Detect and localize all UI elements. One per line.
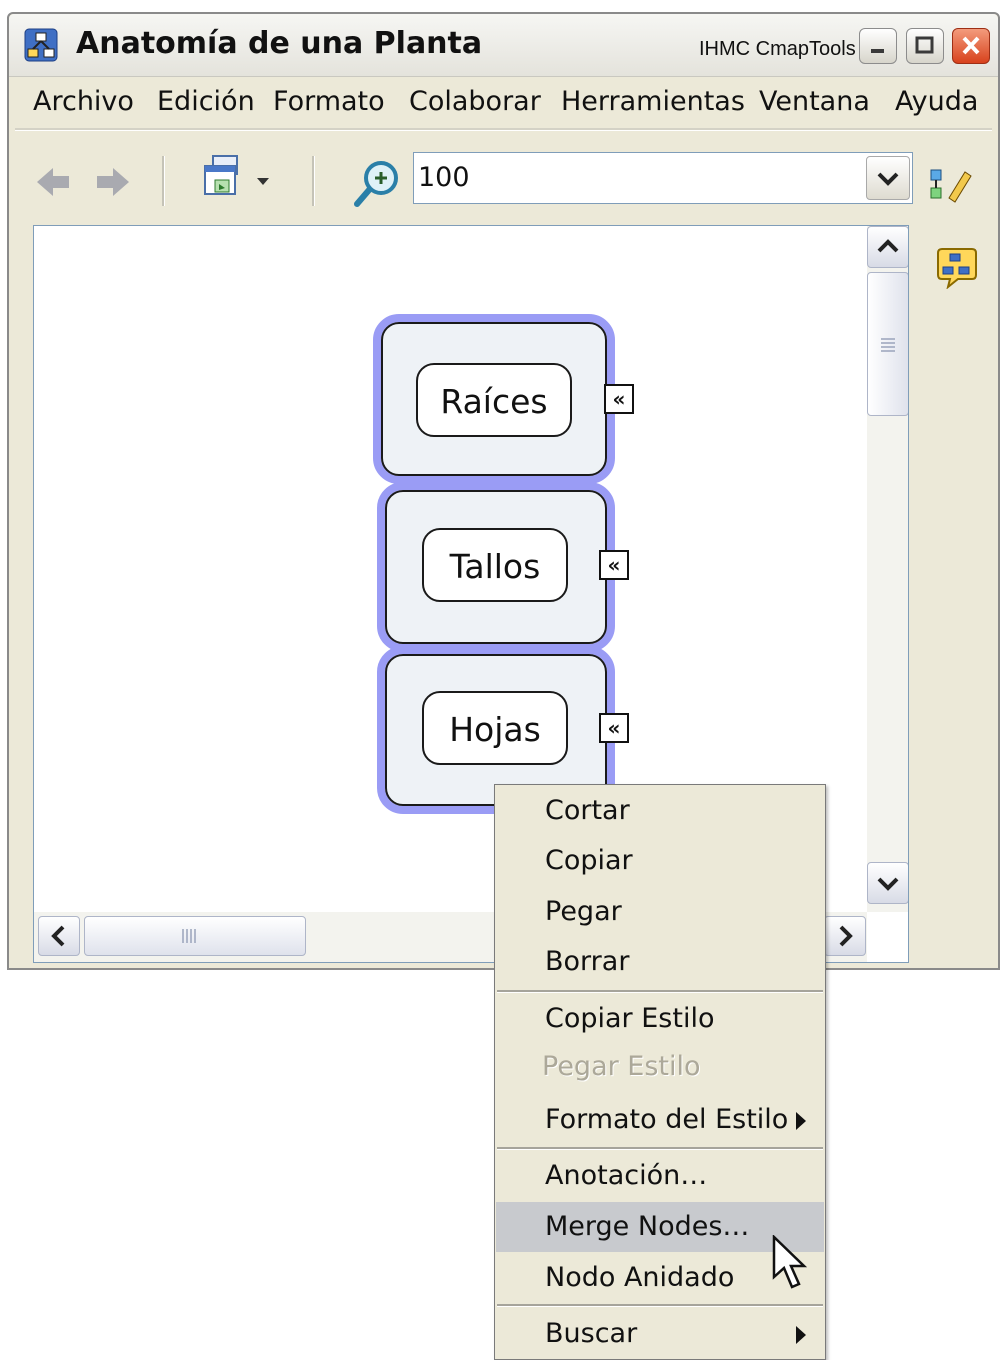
menu-item-borrar[interactable]: Borrar — [496, 938, 824, 986]
menu-separator — [497, 1147, 823, 1150]
cmap-app-icon — [24, 28, 58, 62]
concept-tallos[interactable]: Tallos — [422, 528, 568, 602]
vertical-scroll-thumb[interactable] — [867, 272, 908, 416]
menu-item-cortar[interactable]: Cortar — [496, 787, 824, 835]
menu-divider — [15, 128, 992, 131]
menu-item-label: Formato del Estilo — [545, 1104, 789, 1135]
views-button[interactable] — [199, 154, 281, 208]
menu-item-label: Copiar Estilo — [545, 1003, 715, 1034]
menu-item-label: Cortar — [545, 795, 630, 826]
menu-separator — [497, 990, 823, 993]
toolbar-separator — [162, 156, 165, 206]
chevron-left-icon — [51, 925, 65, 947]
title-bar[interactable]: Anatomía de una Planta IHMC CmapTools v4 — [9, 14, 998, 77]
vertical-scrollbar[interactable] — [867, 226, 908, 912]
scroll-right-button[interactable] — [824, 916, 866, 956]
menu-ventana[interactable]: Ventana — [759, 86, 870, 117]
scroll-up-button[interactable] — [867, 226, 908, 268]
submenu-arrow-icon — [796, 1326, 806, 1344]
minimize-button[interactable] — [859, 28, 897, 64]
menu-separator — [497, 1304, 823, 1307]
back-arrow-icon[interactable] — [33, 162, 73, 202]
menu-item-pegar-estilo: Pegar Estilo — [496, 1043, 824, 1091]
concept-raices[interactable]: Raíces — [416, 363, 572, 437]
maximize-icon — [915, 36, 934, 54]
minimize-icon — [871, 49, 884, 53]
grip-icon — [182, 929, 196, 943]
zoom-input[interactable]: 100 — [418, 162, 470, 193]
window-title: Anatomía de una Planta — [76, 26, 483, 61]
scroll-left-button[interactable] — [38, 916, 80, 956]
close-icon — [962, 36, 980, 55]
chevron-right-icon — [839, 925, 853, 947]
horizontal-scroll-thumb[interactable] — [84, 916, 306, 956]
menu-item-label: Anotación… — [545, 1160, 708, 1191]
menu-item-label: Buscar — [545, 1318, 638, 1349]
collapse-icon[interactable]: « — [599, 550, 629, 580]
maximize-button[interactable] — [906, 28, 944, 64]
menu-item-copiar[interactable]: Copiar — [496, 837, 824, 885]
menu-bar: Archivo Edición Formato Colaborar Herram… — [9, 78, 998, 128]
mouse-cursor-icon — [772, 1235, 808, 1289]
collapse-icon[interactable]: « — [599, 713, 629, 743]
window-app-name: IHMC CmapTools v4 — [699, 38, 883, 60]
submenu-arrow-icon — [796, 1112, 806, 1130]
collapse-icon[interactable]: « — [604, 384, 634, 414]
views-icon — [204, 155, 269, 195]
collaboration-icon[interactable] — [934, 247, 980, 289]
menu-item-label: Nodo Anidado — [545, 1262, 735, 1293]
menu-item-pegar[interactable]: Pegar — [496, 888, 824, 936]
menu-item-label: Pegar — [545, 896, 622, 927]
menu-edicion[interactable]: Edición — [157, 86, 255, 117]
zoom-combobox[interactable]: 100 — [413, 152, 913, 204]
chevron-up-icon — [877, 239, 899, 253]
zoom-icon[interactable] — [351, 160, 401, 208]
zoom-dropdown-button[interactable] — [866, 156, 910, 200]
forward-arrow-icon[interactable] — [93, 162, 133, 202]
menu-ayuda[interactable]: Ayuda — [895, 86, 978, 117]
toolbar-separator — [312, 156, 315, 206]
grip-icon — [881, 338, 895, 352]
menu-item-anotacion[interactable]: Anotación… — [496, 1152, 824, 1200]
menu-item-buscar[interactable]: Buscar — [496, 1310, 824, 1358]
menu-item-label: Borrar — [545, 946, 630, 977]
menu-archivo[interactable]: Archivo — [33, 86, 134, 117]
menu-item-label: Merge Nodes… — [545, 1211, 750, 1242]
menu-item-formato-del-estilo[interactable]: Formato del Estilo — [496, 1096, 824, 1144]
menu-item-label: Pegar Estilo — [542, 1051, 701, 1082]
menu-herramientas[interactable]: Herramientas — [561, 86, 745, 117]
chevron-down-icon — [877, 877, 899, 891]
close-button[interactable] — [952, 28, 990, 64]
scroll-down-button[interactable] — [867, 862, 908, 904]
menu-item-label: Copiar — [545, 845, 633, 876]
menu-item-copiar-estilo[interactable]: Copiar Estilo — [496, 995, 824, 1043]
concept-hojas[interactable]: Hojas — [422, 691, 568, 765]
style-palette-icon[interactable] — [927, 164, 973, 204]
menu-formato[interactable]: Formato — [273, 86, 385, 117]
chevron-down-icon — [877, 172, 899, 186]
menu-colaborar[interactable]: Colaborar — [409, 86, 541, 117]
